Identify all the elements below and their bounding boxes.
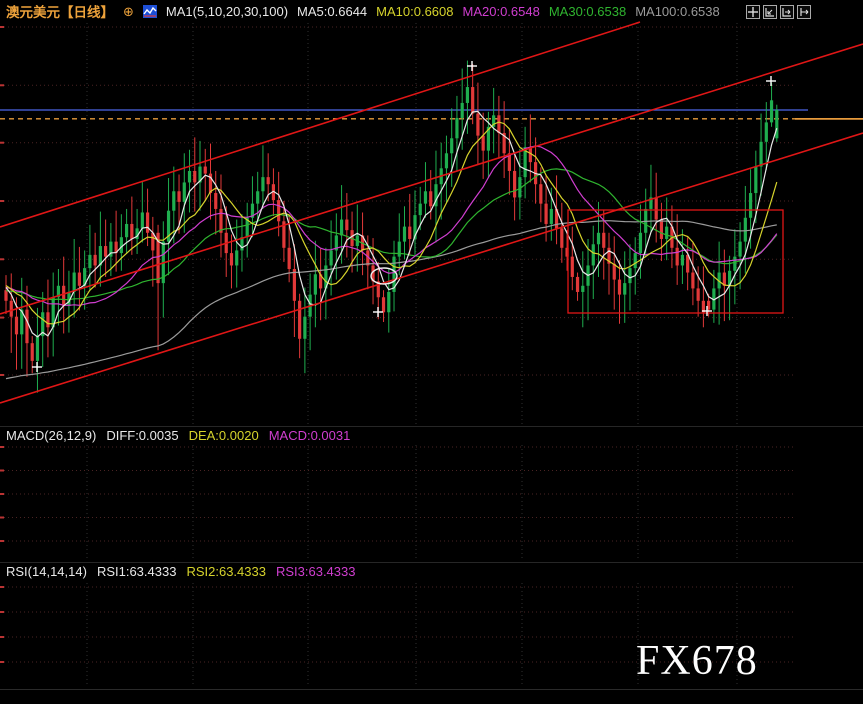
scale-axis-left-icon[interactable]	[763, 5, 777, 19]
instrument-title: 澳元美元【日线】	[6, 1, 114, 21]
macd-header: MACD(26,12,9) DIFF:0.0035 DEA:0.0020 MAC…	[0, 426, 863, 443]
scale-axis-right-icon[interactable]	[780, 5, 794, 19]
rsi-header: RSI(14,14,14) RSI1:63.4333 RSI2:63.4333 …	[0, 562, 863, 579]
rsi-title: RSI(14,14,14)	[6, 564, 87, 579]
ma10-value: MA10:0.6608	[376, 4, 453, 19]
chart-window: 澳元美元【日线】 ⊕ MA1(5,10,20,30,100) MA5:0.664…	[0, 0, 863, 704]
add-indicator-icon[interactable]: ⊕	[123, 5, 134, 18]
chart-toolbar	[746, 5, 811, 19]
chart-type-icon[interactable]	[143, 5, 157, 18]
extreme-marker	[373, 307, 383, 317]
rsi3-value: RSI3:63.4333	[276, 564, 356, 579]
extreme-marker	[32, 362, 42, 372]
price-chart-canvas[interactable]	[0, 0, 863, 704]
macd-diff-value: DIFF:0.0035	[106, 428, 178, 443]
trendline-2[interactable]	[0, 44, 863, 314]
ma30-value: MA30:0.6538	[549, 4, 626, 19]
ma20-value: MA20:0.6548	[463, 4, 540, 19]
ma100-value: MA100:0.6538	[635, 4, 720, 19]
pan-right-icon[interactable]	[797, 5, 811, 19]
macd-macd-value: MACD:0.0031	[269, 428, 351, 443]
rsi1-value: RSI1:63.4333	[97, 564, 177, 579]
ma5-value: MA5:0.6644	[297, 4, 367, 19]
time-axis[interactable]	[0, 689, 863, 704]
rsi2-value: RSI2:63.4333	[186, 564, 266, 579]
crosshair-icon[interactable]	[746, 5, 760, 19]
extreme-marker	[766, 76, 776, 86]
trendline-1[interactable]	[0, 22, 640, 227]
macd-title: MACD(26,12,9)	[6, 428, 96, 443]
gridlines	[0, 23, 795, 687]
watermark: FX678	[636, 640, 758, 682]
ma-group-label: MA1(5,10,20,30,100)	[166, 4, 288, 19]
chart-header: 澳元美元【日线】 ⊕ MA1(5,10,20,30,100) MA5:0.664…	[0, 0, 863, 22]
macd-dea-value: DEA:0.0020	[189, 428, 259, 443]
extreme-marker	[467, 61, 477, 71]
